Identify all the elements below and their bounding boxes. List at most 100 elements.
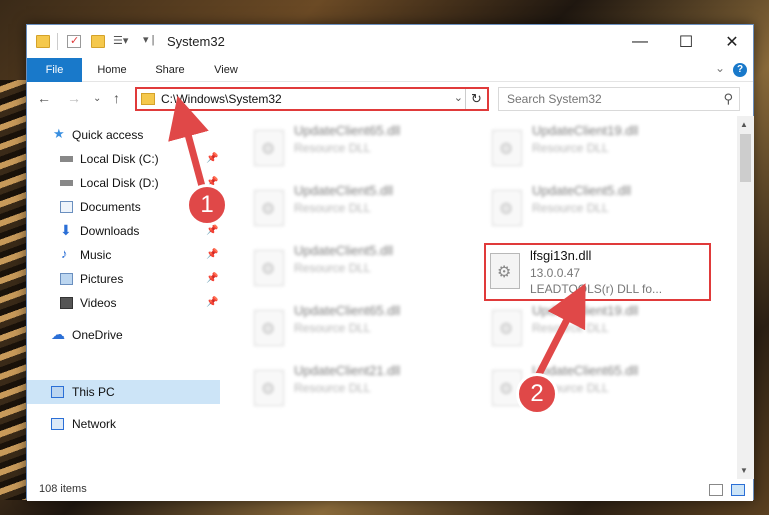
forward-arrow-icon[interactable]: →: [67, 90, 81, 106]
sidebar-item-label: Documents: [80, 200, 141, 214]
explorer-window: ✓ ☰▾ ▾ | System32 — ☐ ✕ File Home Share …: [26, 24, 754, 501]
file-description: LEADTOOLS(r) DLL fo...: [530, 282, 663, 296]
search-icon[interactable]: ⚲: [723, 91, 733, 107]
dll-file-icon: [492, 190, 522, 226]
status-bar: 108 items: [27, 479, 753, 501]
maximize-button[interactable]: ☐: [663, 25, 709, 58]
sidebar-item-onedrive[interactable]: ☁ OneDrive: [27, 324, 220, 346]
sidebar-item-pictures[interactable]: Pictures 📌: [27, 268, 220, 290]
folder-icon: [36, 35, 50, 48]
file-item-lfsgi13n[interactable]: lfsgi13n.dll 13.0.0.47 LEADTOOLS(r) DLL …: [486, 245, 716, 297]
separator: ▾ |: [143, 34, 155, 46]
vertical-separator: [57, 33, 58, 50]
ribbon-tabs: File Home Share View ⌄ ?: [27, 58, 753, 82]
address-bar[interactable]: C:\Windows\System32 ⌄ ↻: [135, 87, 489, 111]
navigation-pane: ★ Quick access Local Disk (C:) 📌 Local D…: [27, 116, 220, 479]
sidebar-item-label: Network: [72, 417, 117, 431]
help-icon[interactable]: ?: [733, 63, 747, 77]
sidebar-item-quick-access[interactable]: ★ Quick access: [27, 124, 220, 146]
expand-ribbon-icon[interactable]: ⌄: [715, 61, 725, 75]
file-type: Resource DLL: [294, 321, 371, 335]
pictures-icon: [60, 273, 73, 285]
sidebar-item-label: Local Disk (C:): [80, 152, 159, 166]
sidebar-item-label: Music: [80, 248, 112, 262]
file-type: Resource DLL: [532, 141, 609, 155]
highlighted-file-item[interactable]: lfsgi13n.dll 13.0.0.47 LEADTOOLS(r) DLL …: [484, 243, 711, 301]
scroll-up-icon[interactable]: ▲: [740, 120, 748, 129]
window-title: System32: [167, 34, 225, 49]
file-item[interactable]: UpdateClient5.dll Resource DLL: [248, 240, 478, 292]
sidebar-item-videos[interactable]: Videos 📌: [27, 292, 220, 314]
sidebar-item-downloads[interactable]: ⬇ Downloads 📌: [27, 220, 220, 242]
close-button[interactable]: ✕: [709, 25, 755, 58]
recent-locations-icon[interactable]: ⌄: [93, 93, 101, 104]
file-type: Resource DLL: [294, 201, 371, 215]
sidebar-item-label: This PC: [72, 385, 115, 399]
vertical-scrollbar[interactable]: ▲ ▼: [737, 116, 754, 479]
pin-icon: 📌: [206, 273, 219, 284]
file-item[interactable]: UpdateClient19.dll Resource DLL: [486, 300, 716, 352]
cloud-icon: ☁: [51, 326, 65, 342]
download-icon: ⬇: [60, 222, 72, 238]
sidebar-item-this-pc[interactable]: This PC: [27, 380, 220, 404]
tab-share[interactable]: Share: [145, 58, 195, 82]
documents-icon: [60, 201, 73, 213]
sidebar-item-local-disk-c[interactable]: Local Disk (C:) 📌: [27, 148, 220, 170]
drive-icon: [60, 156, 73, 162]
customize-quick-access-icon[interactable]: ☰▾: [113, 35, 128, 48]
file-type: Resource DLL: [294, 381, 371, 395]
file-version: 13.0.0.47: [530, 266, 581, 280]
file-name: UpdateClient5.dll: [294, 243, 394, 258]
file-type: Resource DLL: [532, 201, 609, 215]
tab-file[interactable]: File: [27, 58, 82, 82]
sidebar-item-label: Pictures: [80, 272, 124, 286]
minimize-button[interactable]: —: [617, 25, 663, 58]
search-box: ⚲: [498, 87, 740, 111]
file-item[interactable]: UpdateClient65.dll Resource DLL: [248, 120, 478, 172]
dll-file-icon: [492, 130, 522, 166]
star-icon: ★: [53, 126, 65, 141]
title-bar: ✓ ☰▾ ▾ | System32 — ☐ ✕: [27, 25, 753, 58]
file-name: UpdateClient65.dll: [294, 123, 401, 138]
network-icon: [51, 418, 64, 430]
back-arrow-icon[interactable]: ←: [37, 90, 51, 106]
file-item[interactable]: UpdateClient65.dll Resource DLL: [248, 300, 478, 352]
sidebar-item-label: Downloads: [80, 224, 140, 238]
search-input[interactable]: [499, 88, 699, 110]
properties-icon[interactable]: ✓: [67, 35, 81, 48]
file-item[interactable]: UpdateClient19.dll Resource DLL: [486, 120, 716, 172]
file-type: Resource DLL: [294, 261, 371, 275]
navigation-bar: ← → ⌄ ↑ C:\Windows\System32 ⌄ ↻ ⚲: [27, 82, 753, 116]
computer-icon: [51, 386, 64, 398]
file-item[interactable]: UpdateClient5.dll Resource DLL: [486, 180, 716, 232]
pin-icon: 📌: [206, 297, 219, 308]
checkmark-icon: ✓: [70, 35, 80, 47]
file-name: UpdateClient19.dll: [532, 123, 639, 138]
videos-icon: [60, 297, 73, 309]
tab-home[interactable]: Home: [87, 58, 137, 82]
sidebar-item-network[interactable]: Network: [27, 413, 220, 435]
dll-file-icon: [492, 310, 522, 346]
sidebar-item-label: Local Disk (D:): [80, 176, 159, 190]
details-view-icon[interactable]: [709, 484, 723, 496]
dll-file-icon: [490, 253, 520, 289]
tab-view[interactable]: View: [201, 58, 251, 82]
large-icons-view-icon[interactable]: [731, 484, 745, 496]
file-item[interactable]: UpdateClient5.dll Resource DLL: [248, 180, 478, 232]
item-count: 108 items: [39, 483, 87, 495]
pin-icon: 📌: [206, 249, 219, 260]
refresh-icon[interactable]: ↻: [465, 89, 487, 109]
scroll-down-icon[interactable]: ▼: [740, 466, 748, 475]
drive-icon: [60, 180, 73, 186]
dll-file-icon: [254, 310, 284, 346]
sidebar-item-label: Quick access: [72, 128, 144, 142]
file-name: UpdateClient21.dll: [294, 363, 401, 378]
dll-file-icon: [254, 370, 284, 406]
up-arrow-icon[interactable]: ↑: [113, 90, 120, 106]
sidebar-item-music[interactable]: ♪ Music 📌: [27, 244, 220, 266]
file-item[interactable]: UpdateClient21.dll Resource DLL: [248, 360, 478, 412]
scrollbar-thumb[interactable]: [740, 134, 751, 182]
address-dropdown-icon[interactable]: ⌄: [454, 91, 463, 104]
step-badge-2: 2: [516, 373, 558, 415]
new-folder-icon[interactable]: [91, 35, 105, 48]
